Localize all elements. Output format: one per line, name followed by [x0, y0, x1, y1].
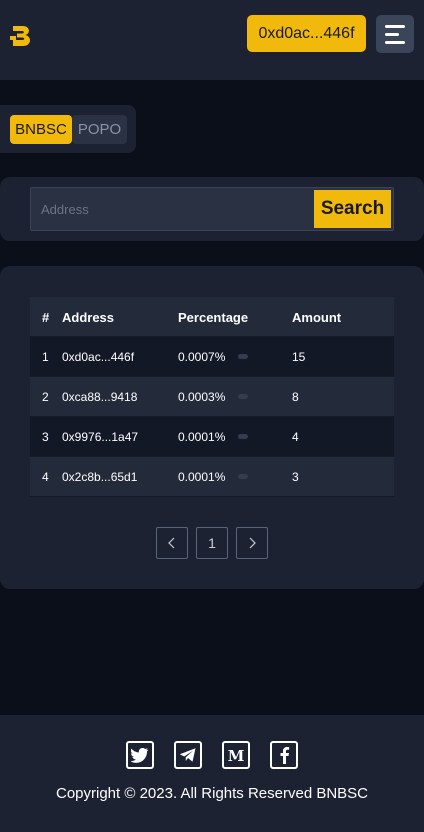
hamburger-line: [385, 33, 399, 36]
menu-button[interactable]: [376, 15, 414, 53]
hamburger-line: [385, 41, 405, 44]
row-index: 4: [42, 470, 49, 484]
table-row: 1 0xd0ac...446f 0.0007% 15: [30, 337, 394, 377]
row-percentage: 0.0001%: [178, 430, 226, 444]
chevron-right-icon: [249, 537, 256, 549]
chevron-left-icon: [168, 537, 175, 549]
column-header-index: #: [42, 309, 50, 325]
medium-link[interactable]: M: [222, 741, 250, 769]
row-amount: 15: [292, 350, 306, 364]
row-index: 1: [42, 350, 49, 364]
row-amount: 8: [292, 390, 299, 404]
facebook-link[interactable]: [270, 741, 298, 769]
holders-table: # Address Percentage Amount 1 0xd0ac...44…: [30, 297, 394, 497]
table-body: 1 0xd0ac...446f 0.0007% 15 2 0xca88...9418 0.0…: [30, 337, 394, 497]
percentage-bar: [238, 354, 248, 359]
percentage-bar: [238, 474, 248, 479]
row-address: 0x2c8b...65d1: [62, 470, 138, 484]
copyright-text: Copyright © 2023. All Rights Reserved BN…: [55, 785, 369, 802]
percentage-bar: [238, 434, 248, 439]
next-page-button[interactable]: [236, 527, 268, 559]
row-percentage: 0.0001%: [178, 470, 226, 484]
wallet-address-button[interactable]: 0xd0ac...446f: [247, 15, 366, 52]
table-row: 4 0x2c8b...65d1 0.0001% 3: [30, 457, 394, 497]
search-box: Search: [30, 187, 394, 231]
search-button[interactable]: Search: [314, 190, 391, 228]
column-header-amount: Amount: [292, 309, 342, 325]
row-amount: 4: [292, 430, 299, 444]
row-index: 2: [42, 390, 49, 404]
header: 0xd0ac...446f: [0, 0, 424, 80]
row-address: 0x9976...1a47: [62, 430, 139, 444]
token-tabs: BNBSC POPO: [0, 105, 136, 153]
medium-icon: M: [228, 747, 245, 763]
address-search-input[interactable]: [31, 188, 310, 230]
row-percentage: 0.0007%: [178, 350, 226, 364]
search-panel: Search: [0, 177, 424, 241]
svg-text:M: M: [228, 747, 245, 763]
row-index: 3: [42, 430, 49, 444]
footer: M Copyright © 2023. All Rights Reserved …: [0, 715, 424, 832]
table-header-row: # Address Percentage Amount: [30, 297, 394, 337]
row-address: 0xd0ac...446f: [62, 350, 135, 364]
telegram-link[interactable]: [174, 741, 202, 769]
table-row: 3 0x9976...1a47 0.0001% 4: [30, 417, 394, 457]
prev-page-button[interactable]: [156, 527, 188, 559]
row-percentage: 0.0003%: [178, 390, 226, 404]
tab-bnbsc[interactable]: BNBSC: [10, 115, 72, 144]
hamburger-menu-icon: [385, 25, 405, 28]
column-header-percentage: Percentage: [178, 309, 249, 325]
page-number-button[interactable]: 1: [196, 527, 228, 559]
tab-popo[interactable]: POPO: [72, 115, 127, 144]
bnbsc-logo-icon[interactable]: [10, 22, 36, 50]
twitter-icon: [131, 747, 149, 763]
column-header-address: Address: [62, 309, 115, 325]
percentage-bar: [238, 394, 248, 399]
row-address: 0xca88...9418: [62, 390, 138, 404]
telegram-icon: [179, 748, 196, 762]
table-row: 2 0xca88...9418 0.0003% 8: [30, 377, 394, 417]
facebook-icon: [280, 747, 290, 764]
row-amount: 3: [292, 470, 299, 484]
twitter-link[interactable]: [126, 741, 154, 769]
